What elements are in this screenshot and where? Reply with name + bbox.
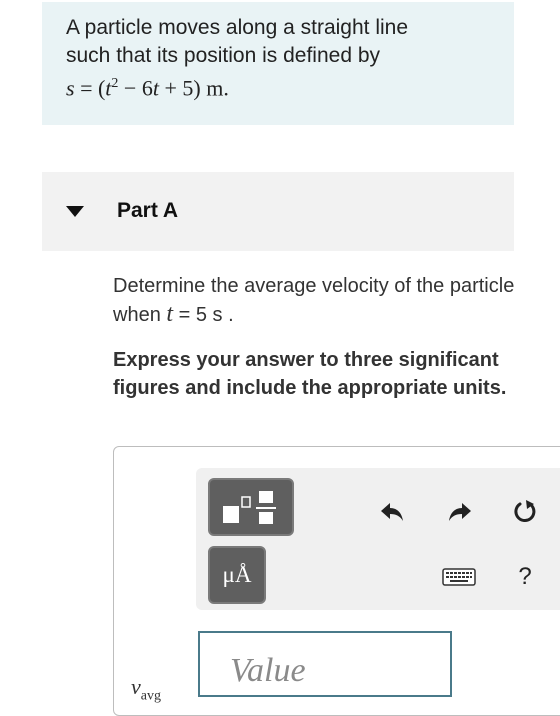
problem-line-1: A particle moves along a straight line [66,16,409,39]
reset-icon [514,500,536,522]
keyboard-button[interactable] [442,560,476,594]
help-button[interactable]: ? [508,560,542,594]
units-button[interactable]: μÅ [208,546,266,604]
keyboard-icon [442,568,476,586]
position-equation: s = (t2 − 6t + 5) m. [66,70,490,102]
eq-equals: = ( [74,75,106,101]
eq-tail: + 5) m. [158,75,229,101]
value-input[interactable] [198,631,452,697]
question-text-after: = 5 s . [173,304,234,326]
redo-icon [449,503,471,521]
undo-icon [381,503,403,521]
eq-minus-term: − 6 [118,75,153,101]
units-label: μÅ [222,562,252,587]
problem-statement: A particle moves along a straight line s… [42,2,514,125]
reset-button[interactable] [508,495,542,529]
part-title: Part A [117,199,179,222]
problem-line-2: such that its position is defined by [66,44,381,67]
part-a-header[interactable]: Part A [42,172,514,251]
answer-subscript: avg [140,688,161,704]
question-text: Determine the average velocity of the pa… [113,272,543,329]
answer-instruction: Express your answer to three significant… [113,349,507,399]
templates-button[interactable] [208,478,294,536]
templates-icon [223,491,276,524]
answer-variable: v [131,674,141,699]
math-toolbar: μÅ ? [196,468,560,610]
undo-button[interactable] [376,495,410,529]
caret-down-icon[interactable] [66,206,84,217]
help-icon: ? [518,563,532,590]
redo-button[interactable] [442,495,476,529]
eq-s: s [66,75,75,101]
